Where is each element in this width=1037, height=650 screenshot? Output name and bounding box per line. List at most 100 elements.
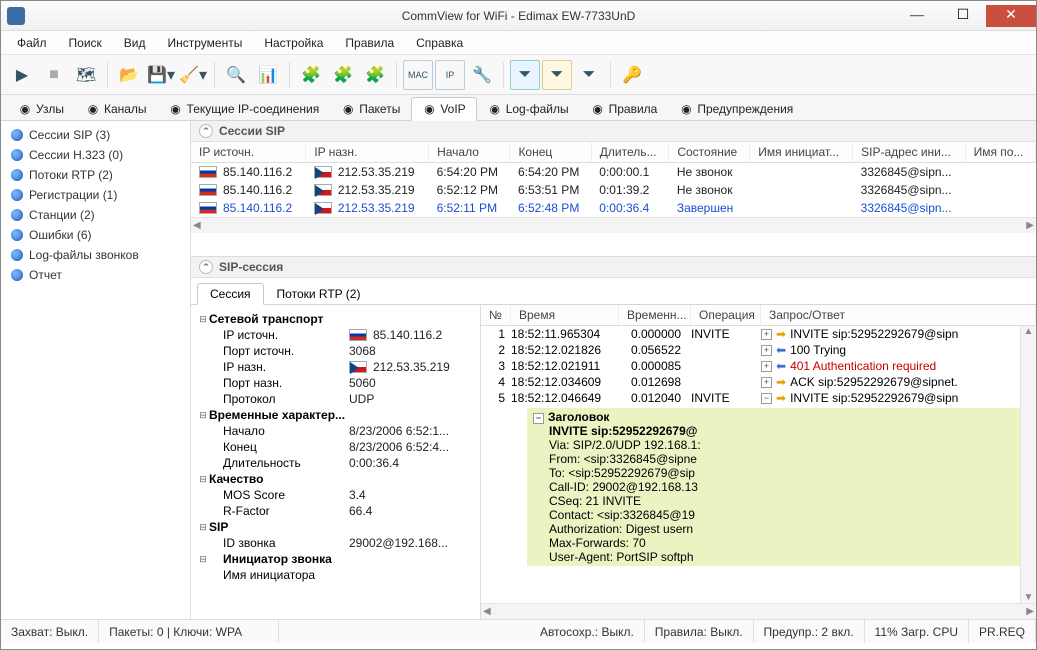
sidebar-item[interactable]: Log-файлы звонков <box>1 245 190 265</box>
clear-button[interactable]: 🧹▾ <box>178 60 208 90</box>
expand-icon[interactable]: + <box>761 329 772 340</box>
detail-row[interactable]: R-Factor66.4 <box>197 503 474 519</box>
messages-list[interactable]: 118:52:11.9653040.000000INVITE+➡INVITE s… <box>481 326 1020 603</box>
save-button[interactable]: 💾▾ <box>146 60 176 90</box>
maximize-button[interactable]: ☐ <box>940 5 986 27</box>
detail-row[interactable]: ID звонка29002@192.168... <box>197 535 474 551</box>
msg-column-header[interactable]: Запрос/Ответ <box>761 305 1036 325</box>
messages-hscroll[interactable]: ◀▶ <box>481 603 1036 619</box>
sidebar-item[interactable]: Ошибки (6) <box>1 225 190 245</box>
tab-Текущие IP-соединения[interactable]: ◉Текущие IP-соединения <box>158 97 331 121</box>
detail-row[interactable]: IP назн.212.53.35.219 <box>197 359 474 375</box>
detail-row[interactable]: Порт назн.5060 <box>197 375 474 391</box>
detail-row[interactable]: Порт источн.3068 <box>197 343 474 359</box>
column-header[interactable]: Начало <box>429 142 510 163</box>
collapse-icon[interactable]: ⌃ <box>199 260 213 274</box>
column-header[interactable]: Состояние <box>669 142 750 163</box>
detail-row[interactable]: Конец8/23/2006 6:52:4... <box>197 439 474 455</box>
detail-row[interactable]: Начало8/23/2006 6:52:1... <box>197 423 474 439</box>
message-row[interactable]: 318:52:12.0219110.000085+⬅401 Authentica… <box>481 358 1020 374</box>
expand-icon[interactable]: + <box>761 377 772 388</box>
tab-Узлы[interactable]: ◉Узлы <box>7 97 75 121</box>
column-header[interactable]: Имя по... <box>965 142 1035 163</box>
detail-row[interactable]: ПротоколUDP <box>197 391 474 407</box>
key-button[interactable]: 🔑 <box>617 60 647 90</box>
ip-button[interactable]: IP <box>435 60 465 90</box>
msg-column-header[interactable]: Время <box>511 305 619 325</box>
tab-Предупреждения[interactable]: ◉Предупреждения <box>668 97 804 121</box>
menu-Вид[interactable]: Вид <box>114 33 156 53</box>
tab-Правила[interactable]: ◉Правила <box>580 97 669 121</box>
mac-button[interactable]: MAC <box>403 60 433 90</box>
detail-row[interactable]: ⊟SIP <box>197 519 474 535</box>
menu-Справка[interactable]: Справка <box>406 33 473 53</box>
column-header[interactable]: Длитель... <box>591 142 669 163</box>
detail-row[interactable]: ⊟Качество <box>197 471 474 487</box>
msg-column-header[interactable]: Временн... <box>619 305 691 325</box>
column-header[interactable]: Конец <box>510 142 591 163</box>
filter-button[interactable]: 📊 <box>253 60 283 90</box>
msg-column-header[interactable]: № <box>481 305 511 325</box>
menu-Поиск[interactable]: Поиск <box>59 33 112 53</box>
sidebar-item[interactable]: Регистрации (1) <box>1 185 190 205</box>
messages-vscroll[interactable]: ▲▼ <box>1020 326 1036 603</box>
collapse-icon[interactable]: ⌃ <box>199 124 213 138</box>
map-button[interactable]: 🗺 <box>71 60 101 90</box>
detail-row[interactable]: ⊟Сетевой транспорт <box>197 311 474 327</box>
tab-Каналы[interactable]: ◉Каналы <box>75 97 158 121</box>
sessions-grid[interactable]: IP источн.IP назн.НачалоКонецДлитель...С… <box>191 142 1036 217</box>
detail-row[interactable]: IP источн.85.140.116.2 <box>197 327 474 343</box>
tool-button-2[interactable]: 🧩 <box>328 60 358 90</box>
filter-d-button[interactable]: ⏷ <box>510 60 540 90</box>
tab-Пакеты[interactable]: ◉Пакеты <box>330 97 411 121</box>
expand-icon[interactable]: + <box>761 361 772 372</box>
detail-row[interactable]: Имя инициатора <box>197 567 474 583</box>
stop-button[interactable]: ■ <box>39 60 69 90</box>
subtab-Потоки RTP (2)[interactable]: Потоки RTP (2) <box>264 283 374 305</box>
expand-icon[interactable]: + <box>761 345 772 356</box>
session-row[interactable]: 85.140.116.2212.53.35.2196:54:20 PM6:54:… <box>191 163 1036 182</box>
settings-button[interactable]: 🔧 <box>467 60 497 90</box>
detail-row[interactable]: ⊟Временные характер... <box>197 407 474 423</box>
tool-button-3[interactable]: 🧩 <box>360 60 390 90</box>
detail-row[interactable]: MOS Score3.4 <box>197 487 474 503</box>
sidebar-item[interactable]: Отчет <box>1 265 190 285</box>
sidebar-item[interactable]: Сессии H.323 (0) <box>1 145 190 165</box>
column-header[interactable]: IP назн. <box>306 142 429 163</box>
message-row[interactable]: 118:52:11.9653040.000000INVITE+➡INVITE s… <box>481 326 1020 342</box>
session-details-tree[interactable]: ⊟Сетевой транспортIP источн.85.140.116.2… <box>191 305 481 619</box>
sidebar-item[interactable]: Потоки RTP (2) <box>1 165 190 185</box>
message-row[interactable]: 218:52:12.0218260.056522+⬅100 Trying <box>481 342 1020 358</box>
detail-row[interactable]: Длительность0:00:36.4 <box>197 455 474 471</box>
minimize-button[interactable]: — <box>894 5 940 27</box>
session-row[interactable]: 85.140.116.2212.53.35.2196:52:11 PM6:52:… <box>191 199 1036 217</box>
play-button[interactable]: ▶ <box>7 60 37 90</box>
menu-Настройка[interactable]: Настройка <box>254 33 333 53</box>
filter-m-button[interactable]: ⏷ <box>542 60 572 90</box>
menu-Правила[interactable]: Правила <box>335 33 404 53</box>
filter-c-button[interactable]: ⏷ <box>574 60 604 90</box>
search-button[interactable]: 🔍 <box>221 60 251 90</box>
sidebar-item[interactable]: Станции (2) <box>1 205 190 225</box>
message-row[interactable]: 418:52:12.0346090.012698+➡ACK sip:529522… <box>481 374 1020 390</box>
tool-button-1[interactable]: 🧩 <box>296 60 326 90</box>
msg-column-header[interactable]: Операция <box>691 305 761 325</box>
sidebar-item[interactable]: Сессии SIP (3) <box>1 125 190 145</box>
tab-VoIP[interactable]: ◉VoIP <box>411 97 476 121</box>
expand-icon <box>197 376 209 390</box>
sessions-scrollbar[interactable]: ◀▶ <box>191 217 1036 233</box>
expand-icon: ⊟ <box>197 312 209 326</box>
close-button[interactable]: ✕ <box>986 5 1036 27</box>
column-header[interactable]: SIP-адрес ини... <box>853 142 965 163</box>
subtab-Сессия[interactable]: Сессия <box>197 283 264 305</box>
detail-row[interactable]: ⊟Инициатор звонка <box>197 551 474 567</box>
open-button[interactable]: 📂 <box>114 60 144 90</box>
tab-Log-файлы[interactable]: ◉Log-файлы <box>477 97 580 121</box>
column-header[interactable]: IP источн. <box>191 142 306 163</box>
expand-icon[interactable]: − <box>761 393 772 404</box>
column-header[interactable]: Имя инициат... <box>750 142 853 163</box>
message-row[interactable]: 518:52:12.0466490.012040INVITE−➡INVITE s… <box>481 390 1020 406</box>
menu-Файл[interactable]: Файл <box>7 33 57 53</box>
session-row[interactable]: 85.140.116.2212.53.35.2196:52:12 PM6:53:… <box>191 181 1036 199</box>
menu-Инструменты[interactable]: Инструменты <box>158 33 253 53</box>
